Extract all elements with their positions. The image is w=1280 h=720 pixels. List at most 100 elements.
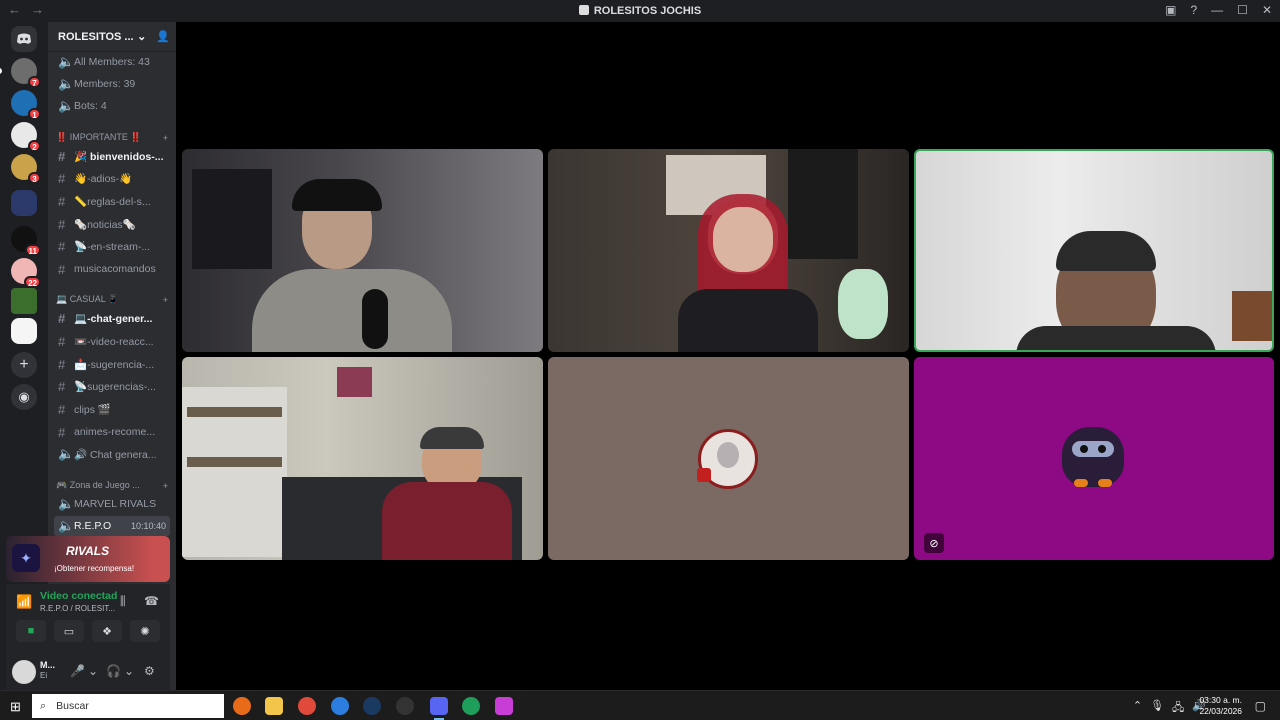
- close-button[interactable]: ✕: [1262, 3, 1272, 17]
- chevron-down-icon[interactable]: ⌄: [88, 664, 98, 678]
- channel-item[interactable]: # 💻-chat-gener...: [54, 308, 170, 328]
- speaker-icon: 🔈: [58, 76, 75, 91]
- hash-icon: #: [58, 333, 66, 349]
- channel-item[interactable]: # 📡sugerencias-...: [54, 376, 170, 396]
- add-server-icon[interactable]: +: [11, 352, 37, 378]
- screen-share-button[interactable]: ▭: [54, 620, 84, 642]
- add-channel-icon[interactable]: +: [163, 133, 168, 143]
- chevron-down-icon[interactable]: ⌄: [124, 664, 134, 678]
- disconnect-icon[interactable]: ☎: [144, 594, 159, 608]
- voice-channel-item[interactable]: 🔈 🔊 Chat genera...: [54, 444, 170, 464]
- invite-icon[interactable]: 👤: [156, 30, 170, 43]
- soundboard-button[interactable]: ✺: [130, 620, 160, 642]
- video-tile-avatar[interactable]: [548, 357, 909, 560]
- app-icon[interactable]: [462, 697, 480, 715]
- stat-channel[interactable]: 🔈 Bots: 4: [54, 96, 170, 116]
- video-tile[interactable]: [182, 357, 543, 560]
- headphones-icon[interactable]: 🎧: [106, 664, 121, 678]
- add-channel-icon[interactable]: +: [163, 481, 168, 491]
- channel-item[interactable]: # 🗞️noticias🗞️: [54, 214, 170, 234]
- stat-channel[interactable]: 🔈 All Members: 43: [54, 52, 170, 72]
- video-tile[interactable]: [548, 149, 909, 352]
- channel-item[interactable]: # 📡-en-stream-...: [54, 236, 170, 256]
- server-icon[interactable]: [11, 288, 37, 314]
- server-icon[interactable]: 3: [11, 154, 41, 184]
- maximize-button[interactable]: ☐: [1237, 3, 1248, 17]
- settings-gear-icon[interactable]: ⚙: [144, 664, 155, 678]
- voice-channel-item-active[interactable]: 🔈 R.E.P.O 10:10:40: [54, 516, 170, 536]
- hash-icon: #: [58, 216, 66, 232]
- category-games[interactable]: 🎮 Zona de Juego ... +: [56, 480, 168, 491]
- server-icon[interactable]: 2: [11, 122, 41, 152]
- stat-channel[interactable]: 🔈 Members: 39: [54, 74, 170, 94]
- chevron-up-icon[interactable]: ⌃: [1133, 699, 1142, 718]
- server-icon[interactable]: 7: [0, 58, 41, 88]
- category-casual[interactable]: 💻 CASUAL 📱 +: [56, 294, 168, 305]
- windows-start-icon[interactable]: ⊞: [10, 699, 21, 715]
- server-icon[interactable]: 1: [11, 90, 41, 120]
- category-important[interactable]: ‼️ IMPORTANTE ‼️ +: [56, 132, 168, 143]
- participant-shirt: [382, 482, 512, 560]
- channel-item[interactable]: # 📏reglas-del-s...: [54, 191, 170, 211]
- microphone-prop: [362, 289, 388, 349]
- server-header[interactable]: ROLESITOS ... ⌄ 👤: [48, 22, 176, 52]
- hash-icon: #: [58, 238, 66, 254]
- app-icon[interactable]: [396, 697, 414, 715]
- search-box[interactable]: ⌕ Buscar: [32, 694, 224, 718]
- promo-banner[interactable]: ✦ RIVALS ¡Obtener recompensa!: [6, 536, 170, 582]
- user-panel: M... Ei 🎤 ⌄ 🎧 ⌄ ⚙: [6, 656, 170, 690]
- app-icon[interactable]: [495, 697, 513, 715]
- speaker-icon: 🔈: [58, 518, 75, 533]
- channel-item[interactable]: # 👋-adios-👋: [54, 168, 170, 188]
- discord-icon[interactable]: [430, 697, 448, 720]
- voice-channel-item[interactable]: 🔈 MARVEL RIVALS: [54, 494, 170, 514]
- steam-icon[interactable]: [363, 697, 381, 715]
- hash-icon: #: [58, 424, 66, 440]
- server-icon[interactable]: 11: [11, 226, 41, 256]
- hash-icon: #: [58, 310, 66, 326]
- video-tile-avatar[interactable]: ⊘: [914, 357, 1274, 560]
- explore-icon[interactable]: ◉: [11, 384, 37, 410]
- avatar: [697, 429, 758, 489]
- minimize-button[interactable]: —: [1211, 3, 1223, 17]
- hash-icon: #: [58, 378, 66, 394]
- camera-button[interactable]: ■: [16, 620, 46, 642]
- network-icon[interactable]: 🖧: [1172, 699, 1184, 718]
- notification-icon[interactable]: ▢: [1255, 699, 1266, 713]
- noise-suppression-icon[interactable]: ⫼: [120, 594, 126, 609]
- server-icon[interactable]: [11, 190, 37, 216]
- discord-home-icon[interactable]: [11, 26, 37, 52]
- participant-shirt: [252, 269, 452, 352]
- speaker-icon: 🔈: [58, 54, 75, 69]
- video-tile[interactable]: [182, 149, 543, 352]
- server-icon[interactable]: 22: [11, 258, 41, 288]
- channel-item[interactable]: # 📼-video-reacc...: [54, 331, 170, 351]
- server-icon[interactable]: [11, 318, 37, 344]
- channel-item[interactable]: # animes-recome...: [54, 422, 170, 442]
- chevron-down-icon: ⌄: [137, 31, 147, 43]
- muted-mic-icon: ⊘: [924, 533, 944, 553]
- chrome-icon[interactable]: [298, 697, 316, 715]
- app-icon[interactable]: [331, 697, 349, 715]
- activities-button[interactable]: ❖: [92, 620, 122, 642]
- signal-icon: 📶: [16, 594, 33, 609]
- file-explorer-icon[interactable]: [265, 697, 283, 715]
- video-tile-speaking[interactable]: [914, 149, 1274, 352]
- hash-icon: #: [58, 193, 66, 209]
- firefox-icon[interactable]: [233, 697, 251, 715]
- channel-item[interactable]: # 🎉 bienvenidos-...: [54, 146, 170, 166]
- participant-cap: [420, 427, 484, 449]
- channel-item[interactable]: # 📩-sugerencia-...: [54, 354, 170, 374]
- voice-status[interactable]: Video conectad: [40, 590, 117, 602]
- microphone-icon[interactable]: 🎤: [70, 664, 85, 678]
- channel-item[interactable]: # musicacomandos: [54, 259, 170, 279]
- avatar[interactable]: [12, 660, 36, 684]
- voice-panel: 📶 Video conectad R.E.P.O / ROLESIT... ⫼ …: [6, 584, 170, 656]
- channel-item[interactable]: # clips 🎬: [54, 399, 170, 419]
- help-icon[interactable]: ?: [1190, 3, 1197, 17]
- clock[interactable]: 03:30 a. m. 22/03/2026: [1199, 695, 1242, 717]
- add-channel-icon[interactable]: +: [163, 295, 168, 305]
- microphone-icon[interactable]: 🎙: [1150, 699, 1164, 718]
- avatar: [1062, 427, 1124, 487]
- inbox-icon[interactable]: ▣: [1165, 3, 1176, 17]
